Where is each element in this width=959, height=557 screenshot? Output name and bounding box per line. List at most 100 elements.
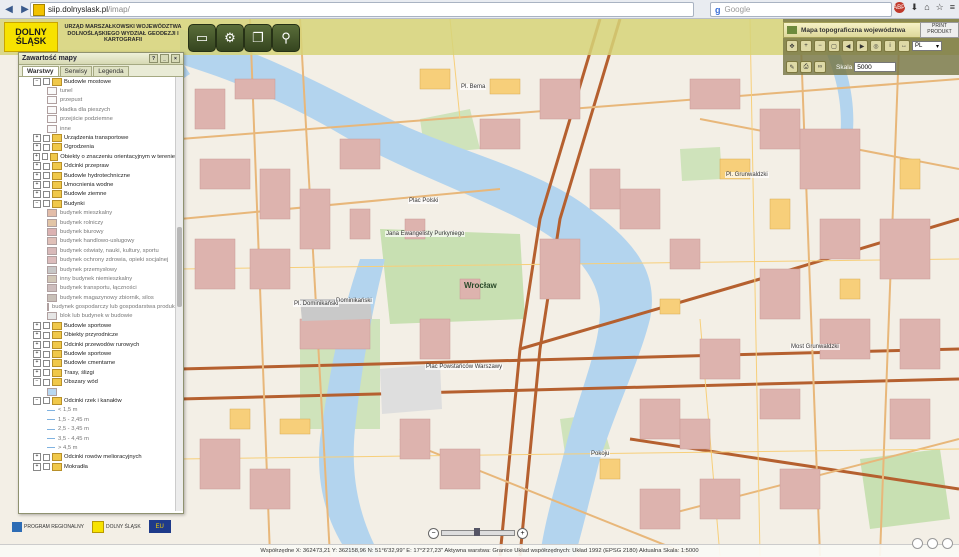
- layer-checkbox[interactable]: [43, 369, 50, 377]
- scale-input[interactable]: 5000: [854, 62, 897, 72]
- link-icon[interactable]: ∞: [814, 61, 826, 73]
- zoom-in-icon[interactable]: +: [800, 40, 812, 52]
- layer-checkbox[interactable]: [43, 162, 50, 170]
- pan-icon[interactable]: ✥: [786, 40, 798, 52]
- expand-icon[interactable]: +: [33, 190, 41, 199]
- layer-checkbox[interactable]: [43, 322, 50, 330]
- full-extent-icon[interactable]: ◎: [870, 40, 882, 52]
- language-select[interactable]: PL ▾: [912, 41, 942, 51]
- expand-icon[interactable]: +: [33, 321, 41, 330]
- zoom-out-icon[interactable]: −: [814, 40, 826, 52]
- menu-icon[interactable]: ≡: [950, 2, 955, 13]
- minimize-icon[interactable]: _: [160, 54, 169, 63]
- expand-icon[interactable]: +: [33, 453, 41, 462]
- collapse-icon[interactable]: −: [33, 199, 41, 208]
- expand-icon[interactable]: +: [33, 359, 41, 368]
- basemap-selector[interactable]: Mapa topograficzna województwa: [783, 22, 923, 38]
- zoom-box-icon[interactable]: ▢: [828, 40, 840, 52]
- layer-group-row[interactable]: + Budowle hydrotechniczne: [19, 171, 175, 180]
- layer-checkbox[interactable]: [43, 181, 50, 189]
- layer-group-row[interactable]: + Odcinki przewodów rurowych: [19, 340, 175, 349]
- layer-checkbox[interactable]: [43, 378, 50, 386]
- expand-icon[interactable]: +: [33, 143, 41, 152]
- layer-group-row[interactable]: − Budowle mostowe: [19, 77, 175, 86]
- layer-group-row[interactable]: + Budowle cmentarne: [19, 359, 175, 368]
- home-icon[interactable]: ⌂: [924, 2, 929, 13]
- zoom-in-button[interactable]: +: [517, 527, 528, 539]
- layer-group-row[interactable]: + Umocnienia wodne: [19, 180, 175, 189]
- expand-icon[interactable]: +: [33, 171, 41, 180]
- layer-group-row[interactable]: − Odcinki rzek i kanałów: [19, 396, 175, 405]
- expand-icon[interactable]: +: [33, 350, 41, 359]
- download-icon[interactable]: ⬇: [911, 2, 919, 13]
- layer-checkbox[interactable]: [43, 190, 50, 198]
- print-icon[interactable]: ⎙: [800, 61, 812, 73]
- prev-extent-icon[interactable]: ◀: [842, 40, 854, 52]
- collapse-icon[interactable]: −: [33, 378, 41, 387]
- expand-icon[interactable]: +: [33, 152, 40, 161]
- info-icon[interactable]: i: [884, 40, 896, 52]
- tab-warstwy[interactable]: Warstwy: [22, 66, 59, 76]
- print-button[interactable]: PRINT PRODUKT: [920, 22, 959, 38]
- layer-checkbox[interactable]: [43, 350, 50, 358]
- layer-group-row[interactable]: + Trasy, ślizgi: [19, 368, 175, 377]
- layer-group-row[interactable]: + Ogrodzenia: [19, 143, 175, 152]
- address-bar[interactable]: siip.dolnyslask.pl /imap/: [30, 2, 694, 17]
- layer-checkbox[interactable]: [41, 153, 48, 161]
- layer-group-row[interactable]: + Budowle sportowe: [19, 321, 175, 330]
- zoom-thumb[interactable]: [474, 528, 481, 536]
- layer-checkbox[interactable]: [43, 200, 50, 208]
- layer-checkbox[interactable]: [43, 78, 50, 86]
- collapse-icon[interactable]: −: [33, 396, 41, 405]
- expand-icon[interactable]: +: [33, 180, 41, 189]
- star-icon[interactable]: ☆: [936, 2, 944, 13]
- pencil-icon[interactable]: ✎: [786, 61, 798, 73]
- layer-checkbox[interactable]: [43, 463, 50, 471]
- layer-group-row[interactable]: + Mokradła: [19, 462, 175, 471]
- tab-serwisy[interactable]: Serwisy: [59, 66, 93, 76]
- layer-checkbox[interactable]: [43, 143, 50, 151]
- layer-group-row[interactable]: + Budowle ziemne: [19, 190, 175, 199]
- adblock-icon[interactable]: ABP: [893, 2, 905, 13]
- overview-icon[interactable]: [912, 538, 923, 549]
- tab-legenda[interactable]: Legenda: [93, 66, 129, 76]
- layer-group-row[interactable]: − Budynki: [19, 199, 175, 208]
- layer-group-row[interactable]: + Budowle sportowe: [19, 349, 175, 359]
- dolny-slask-logo[interactable]: DOLNY ŚLĄSK: [4, 22, 58, 52]
- search-button[interactable]: ⚲: [272, 24, 300, 52]
- layer-checkbox[interactable]: [43, 172, 50, 180]
- close-icon[interactable]: ×: [171, 54, 180, 63]
- scrollbar-thumb[interactable]: [177, 227, 182, 307]
- panel-scrollbar[interactable]: [175, 77, 183, 511]
- layer-checkbox[interactable]: [43, 359, 50, 367]
- fullscreen-icon[interactable]: [927, 538, 938, 549]
- expand-icon[interactable]: +: [33, 462, 41, 471]
- layer-checkbox[interactable]: [43, 453, 50, 461]
- layer-checkbox[interactable]: [43, 134, 50, 142]
- settings-icon[interactable]: [942, 538, 953, 549]
- measure-icon[interactable]: ↔: [898, 40, 910, 52]
- open-folder-button[interactable]: ▭: [188, 24, 216, 52]
- layer-group-row[interactable]: + Obiekty przyrodnicze: [19, 331, 175, 340]
- layer-group-row[interactable]: + Obiekty o znaczeniu orientacyjnym w ter…: [19, 152, 175, 161]
- collapse-icon[interactable]: −: [33, 77, 41, 86]
- back-icon[interactable]: ◀: [2, 2, 16, 16]
- help-icon[interactable]: ?: [149, 54, 158, 63]
- layer-group-row[interactable]: − Obszary wód: [19, 378, 175, 387]
- layer-checkbox[interactable]: [43, 397, 50, 405]
- zoom-out-button[interactable]: −: [428, 527, 439, 539]
- layer-checkbox[interactable]: [43, 331, 50, 339]
- expand-icon[interactable]: +: [33, 368, 41, 377]
- expand-icon[interactable]: +: [33, 134, 41, 143]
- layer-checkbox[interactable]: [43, 341, 50, 349]
- zoom-slider[interactable]: − +: [428, 527, 528, 539]
- tools-button[interactable]: ⚙: [216, 24, 244, 52]
- layer-group-row[interactable]: + Odcinki przepraw: [19, 162, 175, 171]
- zoom-track[interactable]: [441, 528, 515, 536]
- expand-icon[interactable]: +: [33, 340, 41, 349]
- expand-icon[interactable]: +: [33, 331, 41, 340]
- next-extent-icon[interactable]: ▶: [856, 40, 868, 52]
- search-bar[interactable]: g Google: [710, 2, 892, 17]
- layer-group-row[interactable]: + Odcinki rowów melioracyjnych: [19, 453, 175, 462]
- windows-button[interactable]: ❐: [244, 24, 272, 52]
